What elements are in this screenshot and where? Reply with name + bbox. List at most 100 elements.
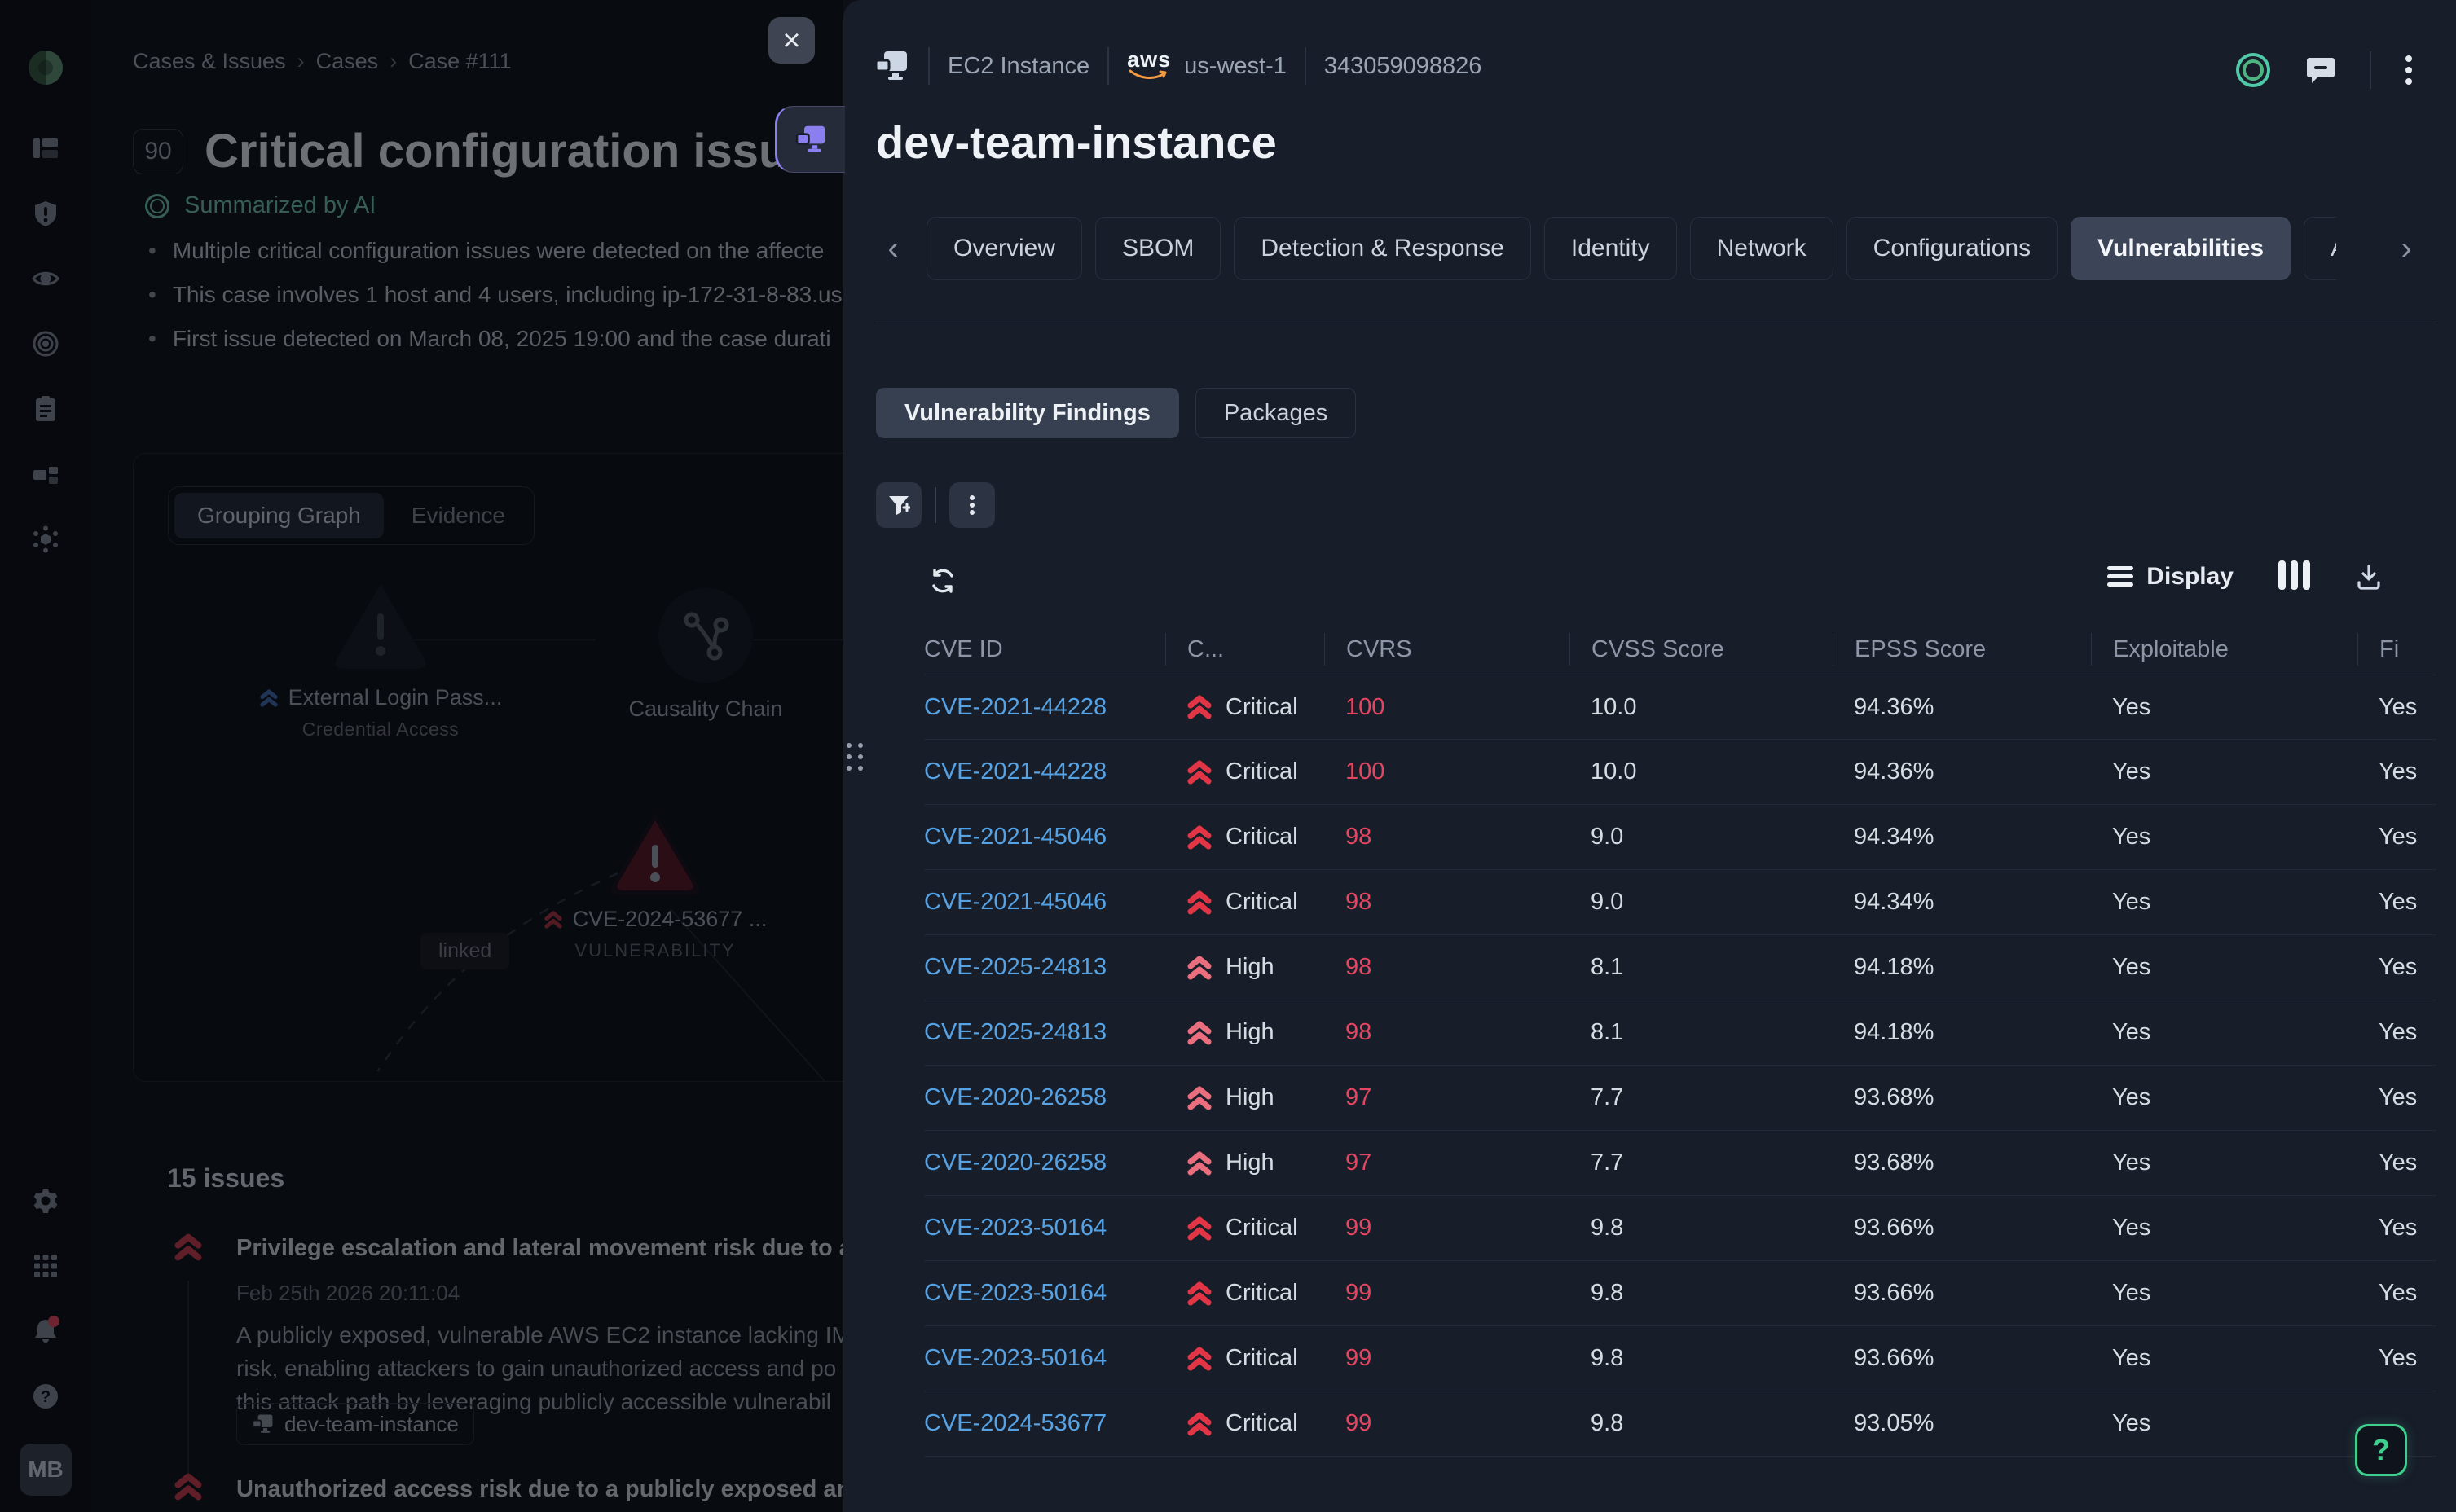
- table-header: CVE IDC...CVRSCVSS ScoreEPSS ScoreExploi…: [924, 624, 2436, 675]
- severity-chevrons-icon: [1186, 760, 1213, 785]
- cvss-cell: 10.0: [1569, 758, 1833, 785]
- cve-id-link[interactable]: CVE-2020-26258: [924, 1149, 1165, 1176]
- exploitable-cell: Yes: [2091, 758, 2357, 785]
- epss-cell: 94.34%: [1833, 889, 2091, 916]
- drawer-tab[interactable]: SBOM: [1095, 217, 1221, 280]
- fixable-cell: Yes: [2357, 694, 2436, 721]
- table-row[interactable]: CVE-2023-50164 Critical 99 9.8 93.66% Ye…: [924, 1261, 2436, 1326]
- download-icon: [2355, 563, 2383, 591]
- table-row[interactable]: CVE-2024-53677 Critical 99 9.8 93.05% Ye…: [924, 1391, 2436, 1457]
- drawer-subtab[interactable]: Packages: [1195, 388, 1356, 438]
- cve-id-link[interactable]: CVE-2025-24813: [924, 1019, 1165, 1046]
- chat-button[interactable]: [2306, 56, 2335, 84]
- download-button[interactable]: [2355, 563, 2383, 591]
- fixable-cell: Yes: [2357, 889, 2436, 916]
- tabs-row: ‹ OverviewSBOMDetection & ResponseIdenti…: [874, 217, 2425, 280]
- table-row[interactable]: CVE-2023-50164 Critical 99 9.8 93.66% Ye…: [924, 1326, 2436, 1391]
- cve-id-link[interactable]: CVE-2021-44228: [924, 758, 1165, 785]
- tabs-scroll-right-icon[interactable]: ›: [2388, 231, 2425, 267]
- cvss-cell: 7.7: [1569, 1149, 1833, 1176]
- table-row[interactable]: CVE-2021-44228 Critical 100 10.0 94.36% …: [924, 740, 2436, 805]
- epss-cell: 94.36%: [1833, 758, 2091, 785]
- severity-cell: Critical: [1165, 824, 1324, 850]
- drawer-subtab[interactable]: Vulnerability Findings: [876, 388, 1179, 438]
- table-row[interactable]: CVE-2021-45046 Critical 98 9.0 94.34% Ye…: [924, 870, 2436, 935]
- cvrs-cell: 100: [1324, 694, 1569, 721]
- cve-id-link[interactable]: CVE-2023-50164: [924, 1345, 1165, 1372]
- ai-rings-button[interactable]: [2234, 51, 2272, 89]
- cvss-cell: 9.0: [1569, 889, 1833, 916]
- add-filter-button[interactable]: [876, 482, 922, 528]
- drawer-tab[interactable]: Network: [1690, 217, 1833, 280]
- fixable-cell: Yes: [2357, 758, 2436, 785]
- drawer-tab[interactable]: Overview: [927, 217, 1082, 280]
- table-row[interactable]: CVE-2021-44228 Critical 100 10.0 94.36% …: [924, 675, 2436, 740]
- cve-id-link[interactable]: CVE-2021-45046: [924, 889, 1165, 916]
- table-row[interactable]: CVE-2021-45046 Critical 98 9.0 94.34% Ye…: [924, 805, 2436, 870]
- cve-id-link[interactable]: CVE-2024-53677: [924, 1410, 1165, 1437]
- divider: [2370, 51, 2371, 89]
- column-header[interactable]: CVSS Score: [1569, 633, 1833, 666]
- table-row[interactable]: CVE-2020-26258 High 97 7.7 93.68% Yes Ye…: [924, 1131, 2436, 1196]
- close-button[interactable]: ×: [768, 17, 815, 64]
- table-row[interactable]: CVE-2023-50164 Critical 99 9.8 93.66% Ye…: [924, 1196, 2436, 1261]
- cvss-cell: 8.1: [1569, 954, 1833, 981]
- drawer-tab[interactable]: Detection & Response: [1234, 217, 1531, 280]
- drawer-tab[interactable]: Ac: [2304, 217, 2336, 280]
- asset-drawer-handle[interactable]: [775, 106, 845, 173]
- help-button[interactable]: ?: [2355, 1424, 2407, 1476]
- severity-cell: High: [1165, 1149, 1324, 1176]
- drawer-tab[interactable]: Identity: [1544, 217, 1677, 280]
- divider: [928, 47, 930, 85]
- drawer-tab[interactable]: Configurations: [1846, 217, 2058, 280]
- columns-button[interactable]: [2276, 560, 2313, 592]
- severity-chevrons-icon: [1186, 825, 1213, 850]
- panel-resize-handle[interactable]: [847, 743, 863, 771]
- cvss-cell: 9.8: [1569, 1345, 1833, 1372]
- column-header[interactable]: Exploitable: [2091, 633, 2357, 666]
- epss-cell: 94.36%: [1833, 694, 2091, 721]
- tabs-scroll-left-icon[interactable]: ‹: [874, 231, 912, 267]
- severity-cell: High: [1165, 1084, 1324, 1111]
- epss-cell: 93.68%: [1833, 1084, 2091, 1111]
- column-header[interactable]: C...: [1165, 633, 1324, 666]
- more-menu-button[interactable]: [2405, 51, 2412, 90]
- divider: [1305, 47, 1306, 85]
- exploitable-cell: Yes: [2091, 1345, 2357, 1372]
- table-row[interactable]: CVE-2020-26258 High 97 7.7 93.68% Yes Ye…: [924, 1066, 2436, 1131]
- filter-more-button[interactable]: [949, 482, 995, 528]
- asset-region: us-west-1: [1184, 53, 1287, 80]
- cve-id-link[interactable]: CVE-2025-24813: [924, 954, 1165, 981]
- exploitable-cell: Yes: [2091, 954, 2357, 981]
- cve-id-link[interactable]: CVE-2020-26258: [924, 1084, 1165, 1111]
- drawer-tab[interactable]: Vulnerabilities: [2071, 217, 2291, 280]
- column-header[interactable]: EPSS Score: [1833, 633, 2091, 666]
- epss-cell: 93.05%: [1833, 1410, 2091, 1437]
- table-toolbar-right: Display: [2107, 560, 2383, 592]
- dim-overlay: [0, 0, 843, 1512]
- column-header[interactable]: CVE ID: [924, 633, 1165, 666]
- cve-id-link[interactable]: CVE-2021-45046: [924, 824, 1165, 850]
- table-row[interactable]: CVE-2025-24813 High 98 8.1 94.18% Yes Ye…: [924, 935, 2436, 1000]
- instance-icon: [795, 125, 828, 154]
- cvrs-cell: 98: [1324, 824, 1569, 850]
- severity-cell: Critical: [1165, 758, 1324, 785]
- table-row[interactable]: CVE-2025-24813 High 98 8.1 94.18% Yes Ye…: [924, 1000, 2436, 1066]
- fixable-cell: Yes: [2357, 1280, 2436, 1307]
- cve-id-link[interactable]: CVE-2021-44228: [924, 694, 1165, 721]
- cve-id-link[interactable]: CVE-2023-50164: [924, 1215, 1165, 1242]
- tabs-strip: OverviewSBOMDetection & ResponseIdentity…: [927, 217, 2336, 280]
- column-header[interactable]: Fi: [2357, 633, 2436, 666]
- refresh-button[interactable]: [925, 564, 961, 600]
- column-header[interactable]: CVRS: [1324, 633, 1569, 666]
- asset-header: EC2 Instance aws us-west-1 343059098826: [874, 47, 1481, 85]
- display-button[interactable]: Display: [2107, 562, 2234, 591]
- cvrs-cell: 99: [1324, 1410, 1569, 1437]
- fixable-cell: Yes: [2357, 1149, 2436, 1176]
- epss-cell: 93.68%: [1833, 1149, 2091, 1176]
- subtabs: Vulnerability Findings Packages: [876, 388, 1356, 438]
- severity-cell: Critical: [1165, 889, 1324, 916]
- asset-type: EC2 Instance: [948, 53, 1089, 80]
- cvrs-cell: 99: [1324, 1345, 1569, 1372]
- cve-id-link[interactable]: CVE-2023-50164: [924, 1280, 1165, 1307]
